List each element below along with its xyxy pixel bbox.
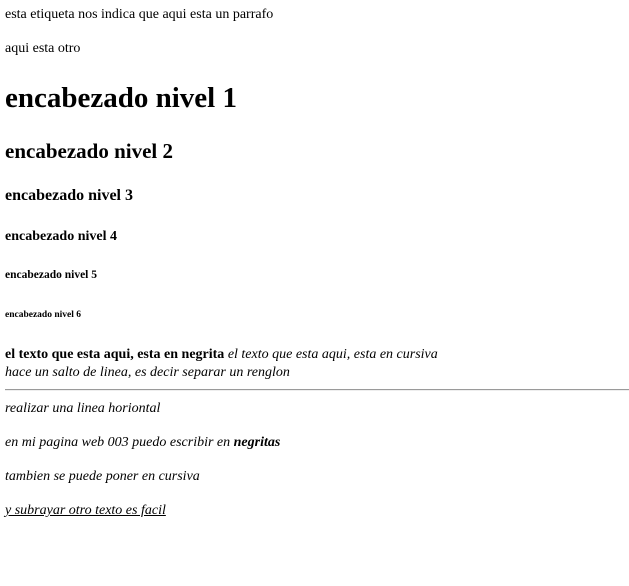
- heading-level-4: encabezado nivel 4: [5, 229, 117, 244]
- underline-paragraph: y subrayar otro texto es facil: [5, 503, 166, 518]
- heading-level-3: encabezado nivel 3: [5, 187, 133, 204]
- bold-text: el texto que esta aqui, esta en negrita: [5, 347, 225, 362]
- line-break-text: hace un salto de linea, es decir separar…: [5, 365, 290, 380]
- paragraph-1: esta etiqueta nos indica que aqui esta u…: [5, 7, 274, 22]
- mixed-paragraph: el texto que esta aqui, esta en negrita …: [5, 346, 438, 364]
- web-text: en mi pagina web 003 puedo escribir en: [5, 435, 234, 450]
- cursive-paragraph: tambien se puede poner en cursiva: [5, 469, 200, 484]
- heading-level-6: encabezado nivel 6: [5, 310, 81, 320]
- horizontal-rule: [5, 389, 629, 391]
- web-bold-text: negritas: [233, 435, 281, 450]
- web-text-paragraph: en mi pagina web 003 puedo escribir en n…: [5, 434, 280, 452]
- page: esta etiqueta nos indica que aqui esta u…: [0, 0, 629, 586]
- heading-level-5: encabezado nivel 5: [5, 269, 97, 281]
- paragraph-2: aqui esta otro: [5, 41, 81, 56]
- heading-level-1: encabezado nivel 1: [5, 82, 237, 114]
- hr-caption: realizar una linea horiontal: [5, 401, 161, 416]
- heading-level-2: encabezado nivel 2: [5, 139, 173, 163]
- italic-text: el texto que esta aqui, esta en cursiva: [227, 347, 438, 362]
